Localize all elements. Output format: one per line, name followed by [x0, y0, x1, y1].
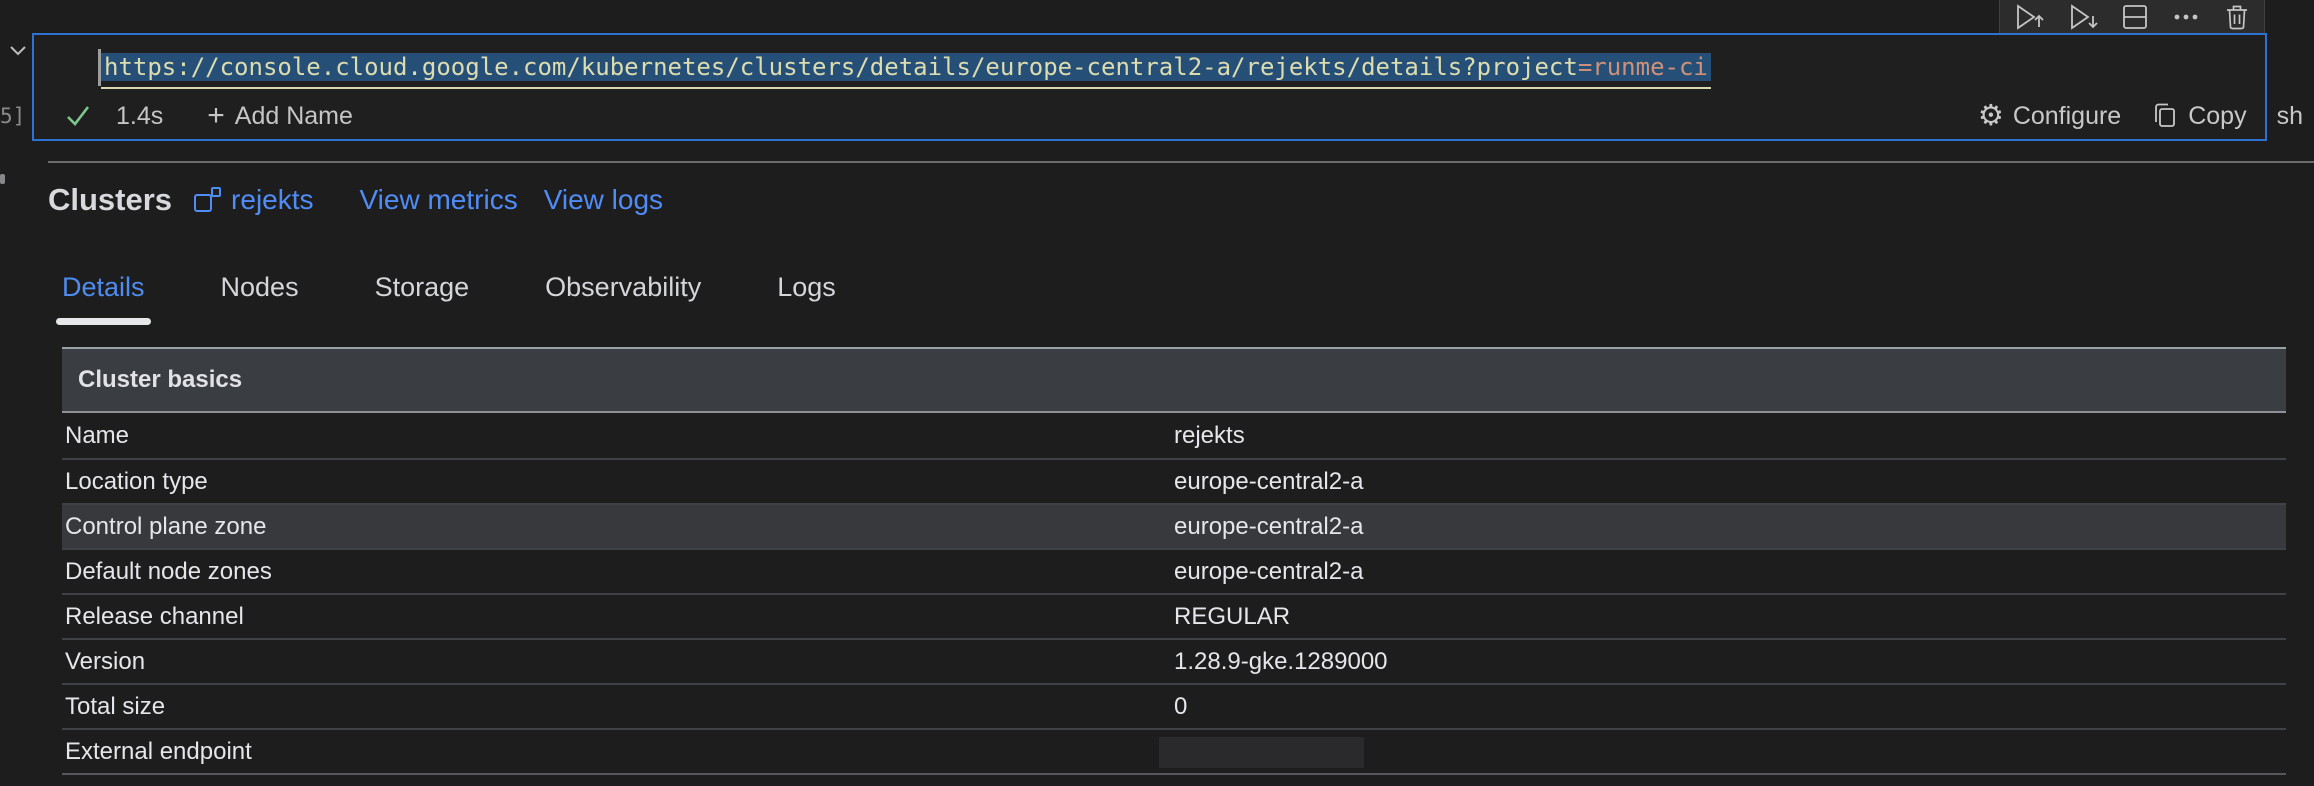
success-check-icon — [64, 103, 92, 129]
url-text: https://console.cloud.google.com/kuberne… — [104, 53, 1578, 81]
language-picker[interactable]: sh — [2277, 102, 2303, 131]
cell-status-bar-left: 1.4s + Add Name — [64, 96, 353, 136]
cluster-icon — [192, 185, 222, 215]
configure-button[interactable]: ⚙ Configure — [1978, 102, 2121, 131]
row-label: External endpoint — [62, 738, 252, 766]
tab-storage[interactable]: Storage — [373, 270, 472, 325]
language-label: sh — [2277, 102, 2303, 131]
tab-bar: Details Nodes Storage Observability Logs — [60, 270, 838, 325]
copy-button[interactable]: Copy — [2151, 101, 2246, 131]
cluster-name-link[interactable]: rejekts — [192, 184, 313, 216]
tab-label: Observability — [545, 272, 701, 302]
tab-label: Details — [62, 272, 145, 302]
notebook-page: 5] https://console.cloud.google.com/kube… — [0, 0, 2314, 786]
row-value: europe-central2-a — [1174, 513, 1363, 541]
view-logs-link[interactable]: View logs — [544, 184, 663, 216]
tab-label: Nodes — [221, 272, 299, 302]
tab-observability[interactable]: Observability — [543, 270, 703, 325]
table-row: Default node zones europe-central2-a — [62, 548, 2286, 593]
url-editor-line[interactable]: https://console.cloud.google.com/kuberne… — [101, 47, 1711, 89]
row-value: europe-central2-a — [1174, 558, 1363, 586]
text-cursor — [98, 49, 101, 86]
value-loading-skeleton — [1159, 737, 1364, 768]
row-value: REGULAR — [1174, 603, 1290, 631]
row-value: 0 — [1174, 693, 1187, 721]
row-label: Name — [62, 422, 129, 450]
split-cell-button[interactable] — [2120, 2, 2150, 32]
execute-below-button[interactable] — [2066, 2, 2100, 32]
copy-icon — [2151, 101, 2179, 131]
row-label: Version — [62, 648, 145, 676]
trash-icon — [2222, 2, 2252, 32]
chevron-down-icon — [8, 44, 28, 57]
gear-icon: ⚙ — [1978, 102, 2004, 130]
row-label: Total size — [62, 693, 165, 721]
table-row: Version 1.28.9-gke.1289000 — [62, 638, 2286, 683]
table-body: Name rejekts Location type europe-central2-… — [62, 413, 2286, 775]
cluster-details-table: Cluster basics Name rejekts Location type e… — [62, 347, 2286, 775]
copy-label: Copy — [2188, 102, 2246, 131]
cell-collapse-button[interactable] — [8, 44, 28, 60]
table-row: External endpoint — [62, 728, 2286, 773]
url-param-text: =runme-ci — [1578, 53, 1708, 81]
row-label: Default node zones — [62, 558, 272, 586]
section-header-label: Cluster basics — [78, 366, 242, 394]
row-label: Control plane zone — [62, 513, 266, 541]
add-name-button[interactable]: + Add Name — [207, 102, 353, 131]
gutter-dot — [0, 174, 5, 184]
cell-status-bar-right: ⚙ Configure Copy sh — [1978, 96, 2303, 136]
row-value: 1.28.9-gke.1289000 — [1174, 648, 1388, 676]
table-row: Control plane zone europe-central2-a — [62, 503, 2286, 548]
table-section-header: Cluster basics — [62, 347, 2286, 413]
tab-details[interactable]: Details — [60, 270, 147, 325]
tab-label: Logs — [777, 272, 836, 302]
split-cell-icon — [2120, 2, 2150, 32]
play-down-icon — [2066, 2, 2100, 32]
view-metrics-link[interactable]: View metrics — [360, 184, 518, 216]
breadcrumb: Clusters rejekts View metrics View logs — [48, 178, 663, 222]
table-row: Name rejekts — [62, 413, 2286, 458]
more-actions-button[interactable] — [2170, 2, 2202, 32]
row-value: europe-central2-a — [1174, 468, 1363, 496]
text-selection: https://console.cloud.google.com/kuberne… — [101, 53, 1711, 81]
active-tab-indicator — [56, 318, 151, 325]
add-name-label: Add Name — [235, 102, 353, 131]
breadcrumb-clusters-link[interactable]: Clusters — [48, 182, 172, 218]
execution-duration: 1.4s — [116, 102, 163, 131]
tab-label: Storage — [375, 272, 470, 302]
plus-icon: + — [207, 102, 225, 130]
output-separator — [48, 161, 2314, 163]
configure-label: Configure — [2013, 102, 2121, 131]
cell-toolbar — [1999, 0, 2265, 34]
table-row: Location type europe-central2-a — [62, 458, 2286, 503]
tab-nodes[interactable]: Nodes — [219, 270, 301, 325]
table-row: Release channel REGULAR — [62, 593, 2286, 638]
delete-cell-button[interactable] — [2222, 2, 2252, 32]
execution-count-label: 5] — [0, 104, 25, 128]
tab-logs[interactable]: Logs — [775, 270, 838, 325]
cluster-name-label: rejekts — [231, 184, 313, 216]
row-label: Location type — [62, 468, 208, 496]
row-label: Release channel — [62, 603, 244, 631]
play-up-icon — [2012, 2, 2046, 32]
row-value: rejekts — [1174, 422, 1245, 450]
execute-above-button[interactable] — [2012, 2, 2046, 32]
ellipsis-icon — [2170, 2, 2202, 32]
table-row: Total size 0 — [62, 683, 2286, 728]
